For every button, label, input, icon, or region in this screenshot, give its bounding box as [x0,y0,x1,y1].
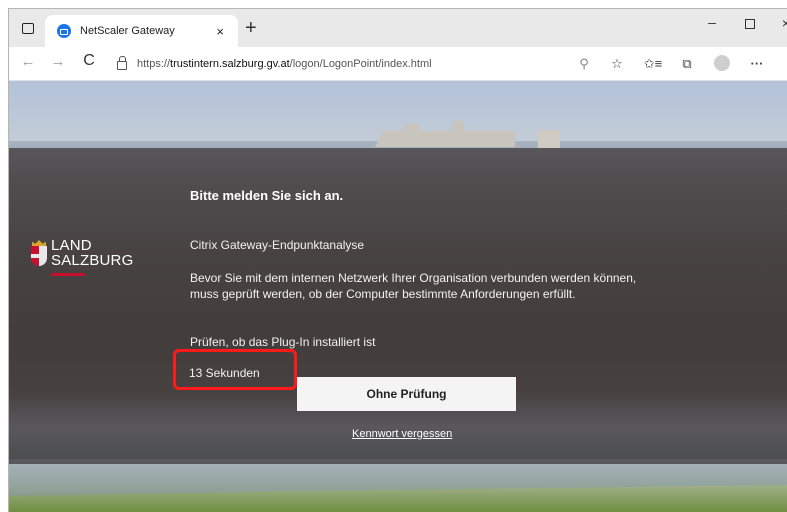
tab-netscaler-gateway[interactable]: NetScaler Gateway × [45,15,238,47]
tab-actions-icon[interactable] [17,18,39,38]
url-scheme: https:// [137,58,171,70]
tab-title: NetScaler Gateway [80,25,175,37]
background-tower [538,130,560,148]
reload-button[interactable]: C [78,52,100,70]
browser-window: NetScaler Gateway × + – × ← → C https://… [8,8,787,512]
new-tab-button[interactable]: + [245,18,257,38]
skip-check-button[interactable]: Ohne Prüfung [297,377,516,411]
logo-line-salzburg: SALZBURG [51,252,134,269]
site-favicon-icon [57,24,71,38]
navigation-bar: ← → C https://trustintern.salzburg.gv.at… [9,47,787,81]
maximize-button[interactable] [739,17,761,32]
salzburg-crest-icon [31,240,47,266]
login-panel: LAND SALZBURG [9,148,787,464]
endpoint-analysis-title: Citrix Gateway-Endpunktanalyse [190,238,365,252]
add-favorite-icon[interactable]: ☆ [607,56,627,72]
back-button[interactable]: ← [17,53,39,70]
url-path: /logon/LogonPoint/index.html [289,58,432,70]
key-icon[interactable]: ⚲ [574,56,594,72]
tab-bar: NetScaler Gateway × + – × [9,9,787,47]
tab-close-icon[interactable]: × [216,24,224,39]
forgot-password-link[interactable]: Kennwort vergessen [352,428,452,440]
more-icon[interactable]: ··· [747,56,767,71]
profile-icon[interactable] [712,55,732,74]
window-close-button[interactable]: × [775,15,787,31]
minimize-button[interactable]: – [701,14,723,30]
favorites-icon[interactable]: ✩≡ [643,56,663,72]
page-viewport: LAND SALZBURG Bitte melden Sie sich an. … [9,81,787,512]
url-host: trustintern.salzburg.gv.at [170,58,290,70]
collections-icon[interactable]: ⧉ [677,56,697,72]
logo-text: LAND SALZBURG [51,238,133,268]
url-text[interactable]: https://trustintern.salzburg.gv.at/logon… [137,58,432,70]
lock-icon[interactable] [117,56,127,70]
endpoint-analysis-description: Bevor Sie mit dem internen Netzwerk Ihre… [190,271,637,301]
address-bar[interactable]: https://trustintern.salzburg.gv.at/logon… [105,52,625,76]
forward-button[interactable]: → [47,53,69,70]
logo-underline [51,273,85,276]
countdown-highlight-box [173,349,297,390]
land-salzburg-logo: LAND SALZBURG [31,238,151,280]
logo-line-land: LAND [51,237,92,254]
page-title: Bitte melden Sie sich an. [190,188,344,203]
plugin-check-status: Prüfen, ob das Plug-In installiert ist [190,335,376,349]
